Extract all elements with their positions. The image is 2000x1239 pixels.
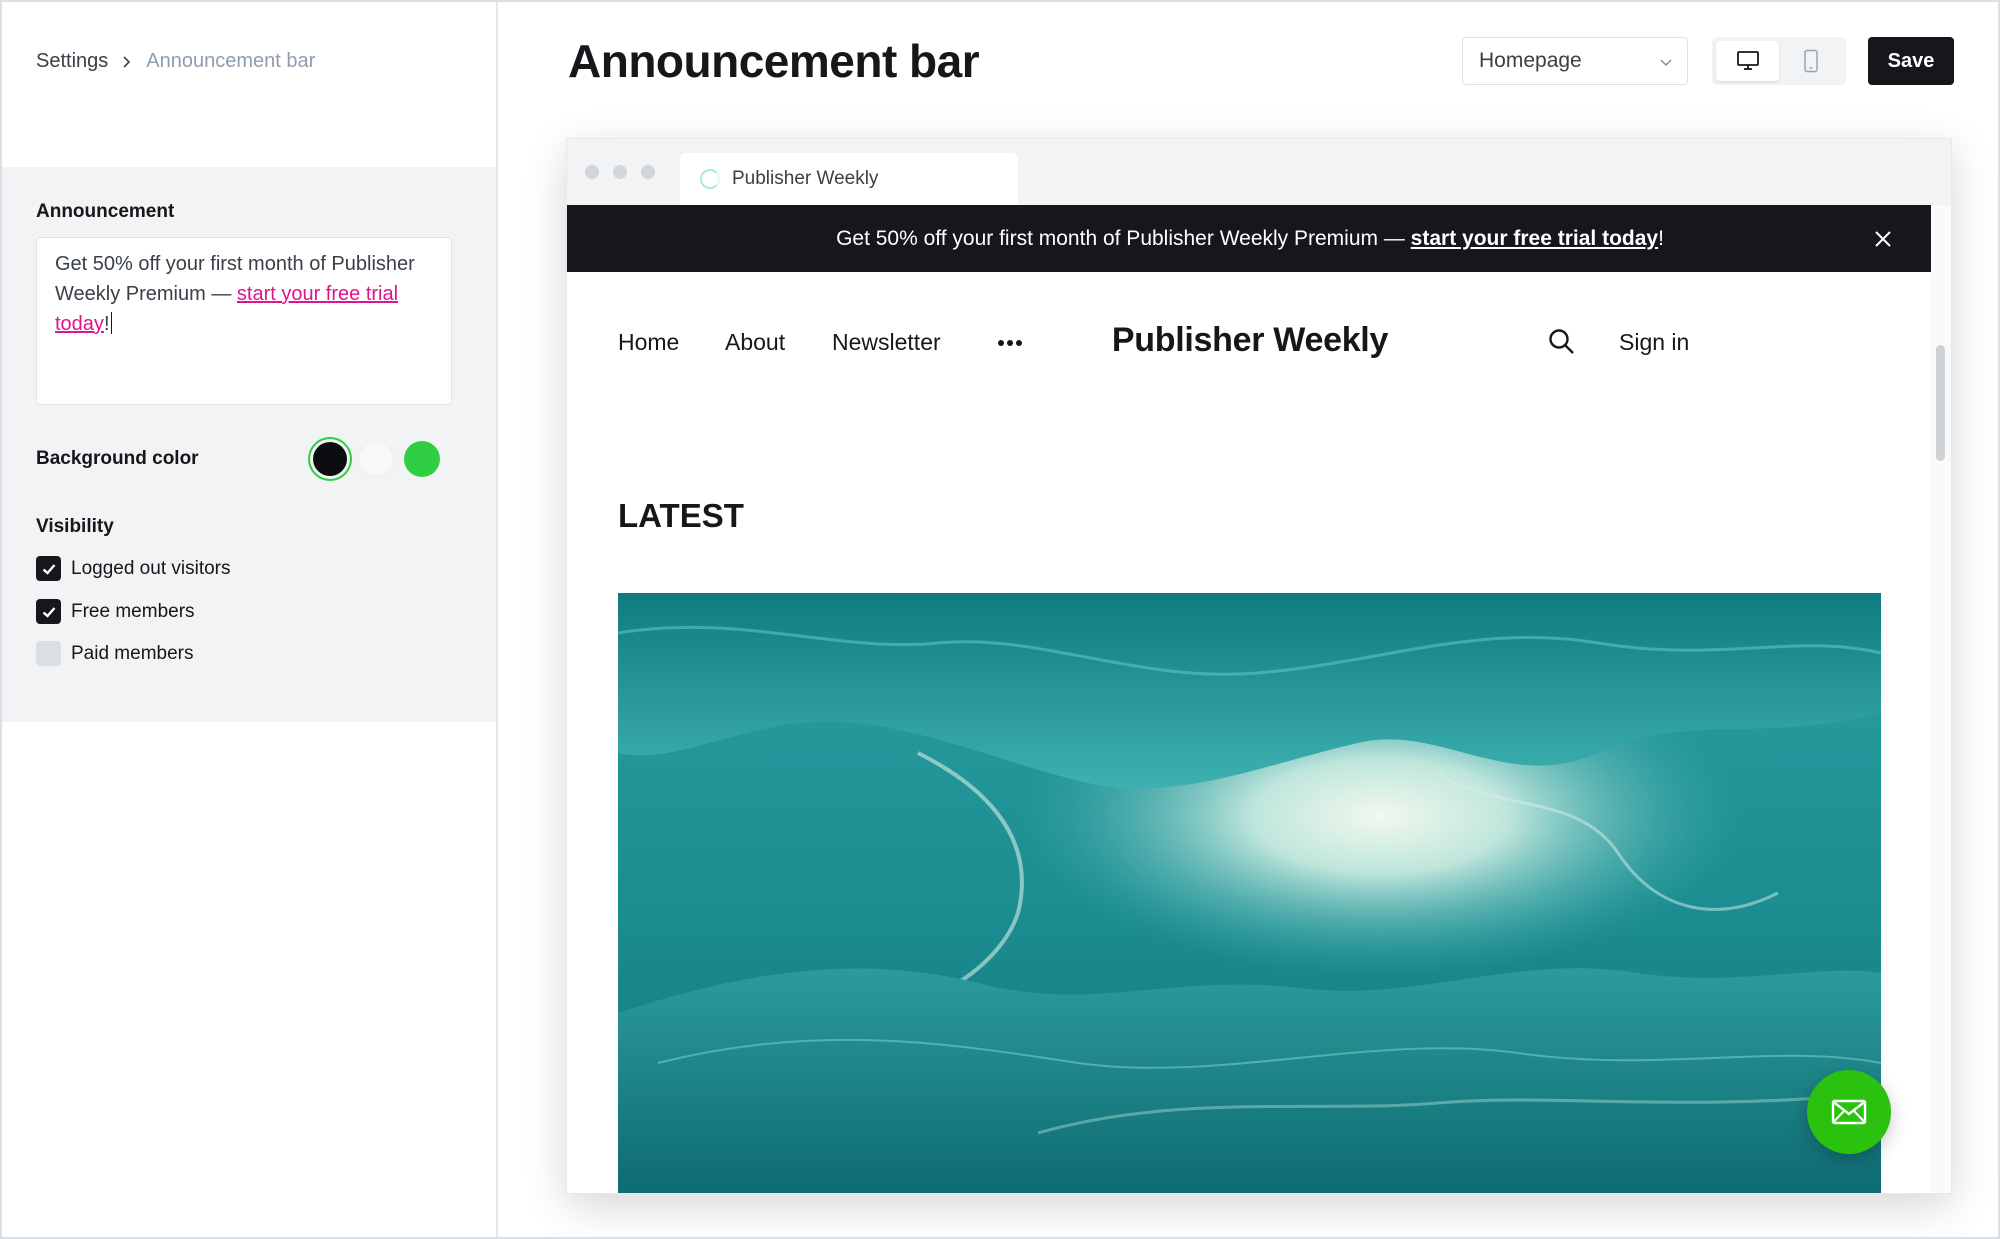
swatch-black[interactable] [313,442,347,476]
checkbox-unchecked[interactable] [36,641,61,666]
announcement-bar-link[interactable]: start your free trial today [1411,227,1658,250]
browser-chrome: Publisher Weekly [567,139,1951,205]
chevron-down-icon [1660,59,1672,66]
announcement-settings-panel: Announcement Get 50% off your first mont… [2,167,496,722]
app-window: Settings Announcement bar Announcement G… [0,0,2000,1239]
window-dot [585,165,599,179]
visibility-label: Visibility [36,516,114,537]
visibility-option-label: Logged out visitors [71,557,231,579]
color-swatches [312,441,440,477]
device-toggle [1712,37,1846,85]
newsletter-button[interactable] [1807,1070,1891,1154]
window-dot [641,165,655,179]
settings-sidebar: Settings Announcement bar Announcement G… [2,2,498,1237]
site-navigation: Home About Newsletter Publisher Weekly S… [567,313,1933,373]
swatch-green[interactable] [404,441,440,477]
checkbox-checked[interactable] [36,599,61,624]
visibility-free-members[interactable]: Free members [36,599,195,624]
preview-page-select[interactable]: Homepage [1462,37,1688,85]
desktop-icon [1736,51,1759,70]
mobile-icon [1803,49,1818,73]
visibility-option-label: Free members [71,600,195,622]
page-title: Announcement bar [568,35,980,87]
sign-in-link[interactable]: Sign in [1619,329,1689,356]
browser-tab-title: Publisher Weekly [732,168,879,189]
loading-spinner-icon [700,169,720,189]
announcement-bar-text-end: ! [1658,226,1664,250]
announcement-label: Announcement [36,201,175,222]
swatch-white[interactable] [358,441,394,477]
mobile-view-button[interactable] [1779,41,1842,81]
latest-heading: LATEST [618,497,744,534]
visibility-logged-out[interactable]: Logged out visitors [36,556,231,581]
announcement-bar: Get 50% off your first month of Publishe… [567,205,1933,272]
preview-scrollbar[interactable] [1931,205,1951,1193]
site-preview: Publisher Weekly Get 50% off your first … [566,138,1952,1194]
announcement-text-end: ! [103,313,110,335]
breadcrumb: Settings Announcement bar [36,50,315,73]
breadcrumb-current: Announcement bar [146,50,316,72]
breadcrumb-settings-link[interactable]: Settings [36,50,108,73]
envelope-icon [1831,1099,1867,1125]
window-dot [613,165,627,179]
scrollbar-thumb[interactable] [1936,345,1945,461]
announcement-textarea[interactable]: Get 50% off your first month of Publishe… [36,237,452,405]
checkbox-checked[interactable] [36,556,61,581]
visibility-option-label: Paid members [71,642,194,664]
background-color-label: Background color [36,448,199,469]
desktop-view-button[interactable] [1716,41,1779,81]
chevron-right-icon [123,55,131,68]
featured-post-image[interactable] [618,593,1881,1193]
check-icon [42,606,55,618]
search-icon[interactable] [1547,327,1577,357]
browser-tab: Publisher Weekly [680,153,1018,205]
text-caret [110,312,112,334]
site-title[interactable]: Publisher Weekly [567,321,1933,360]
check-icon [42,563,55,575]
announcement-bar-text: Get 50% off your first month of Publishe… [836,226,1411,250]
ice-cave-image [618,593,1881,1193]
visibility-paid-members[interactable]: Paid members [36,641,194,666]
close-icon[interactable] [1873,229,1893,249]
save-button[interactable]: Save [1868,37,1954,85]
page-select-value: Homepage [1479,49,1582,72]
